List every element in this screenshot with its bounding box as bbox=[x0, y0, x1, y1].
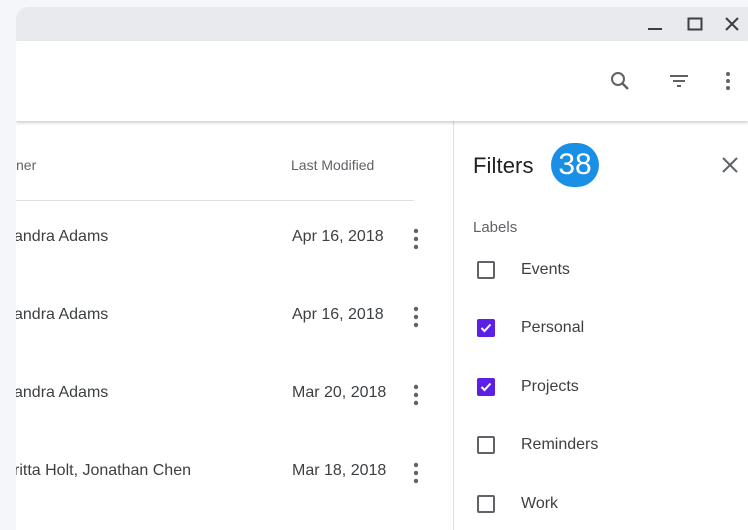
filter-icon bbox=[670, 75, 688, 87]
filters-panel: Filters 38 Labels Events Personal Projec… bbox=[454, 121, 748, 530]
filter-button[interactable] bbox=[659, 61, 699, 101]
owner-column-header[interactable]: ner bbox=[16, 157, 36, 173]
maximize-icon bbox=[687, 17, 703, 31]
date-cell: Apr 16, 2018 bbox=[292, 228, 384, 245]
filter-option-reminders[interactable]: Reminders bbox=[473, 426, 748, 466]
filter-option-personal[interactable]: Personal bbox=[473, 309, 748, 349]
search-icon bbox=[611, 72, 629, 90]
app-bar bbox=[16, 41, 748, 121]
personal-label: Personal bbox=[521, 319, 585, 336]
date-cell: Mar 20, 2018 bbox=[292, 384, 387, 401]
check-icon bbox=[480, 382, 492, 392]
row-more-button[interactable] bbox=[404, 375, 428, 415]
more-vert-icon bbox=[413, 384, 419, 406]
close-filters-button[interactable] bbox=[712, 147, 748, 183]
table-row[interactable]: ritta Holt, Jonathan Chen Mar 18, 2018 bbox=[16, 435, 453, 513]
last-modified-column-header[interactable]: Last Modified bbox=[291, 157, 374, 173]
close-icon bbox=[722, 157, 738, 173]
more-vert-icon bbox=[413, 228, 419, 250]
count-badge: 38 bbox=[551, 143, 599, 187]
app-window: ner Last Modified andra Adams Apr 16, 20… bbox=[16, 7, 748, 530]
events-checkbox[interactable] bbox=[477, 261, 495, 279]
more-vert-icon bbox=[413, 462, 419, 484]
row-more-button[interactable] bbox=[404, 453, 428, 493]
work-label: Work bbox=[521, 495, 559, 512]
projects-checkbox[interactable] bbox=[477, 378, 495, 396]
personal-checkbox[interactable] bbox=[477, 319, 495, 337]
row-more-button[interactable] bbox=[404, 219, 428, 259]
owner-cell: andra Adams bbox=[16, 306, 109, 323]
more-options-button[interactable] bbox=[708, 61, 748, 101]
content-area: ner Last Modified andra Adams Apr 16, 20… bbox=[16, 121, 748, 530]
search-button[interactable] bbox=[600, 61, 640, 101]
filter-option-work[interactable]: Work bbox=[473, 485, 748, 525]
more-vert-icon bbox=[413, 306, 419, 328]
table-row[interactable]: andra Adams Apr 16, 2018 bbox=[16, 279, 453, 357]
projects-label: Projects bbox=[521, 378, 579, 395]
owner-cell: andra Adams bbox=[16, 384, 109, 401]
table-row[interactable]: andra Adams Apr 16, 2018 bbox=[16, 201, 453, 279]
more-vert-icon bbox=[726, 72, 730, 90]
row-more-button[interactable] bbox=[404, 297, 428, 337]
work-checkbox[interactable] bbox=[477, 495, 495, 513]
filter-option-projects[interactable]: Projects bbox=[473, 368, 748, 408]
close-icon bbox=[725, 17, 739, 31]
date-cell: Apr 16, 2018 bbox=[292, 306, 384, 323]
labels-section-heading: Labels bbox=[473, 219, 518, 236]
table-row[interactable]: andra Adams Mar 20, 2018 bbox=[16, 357, 453, 435]
owner-cell: ritta Holt, Jonathan Chen bbox=[16, 462, 191, 479]
minimize-button[interactable] bbox=[638, 7, 672, 41]
file-list: ner Last Modified andra Adams Apr 16, 20… bbox=[16, 121, 453, 530]
close-window-button[interactable] bbox=[715, 7, 748, 41]
title-bar bbox=[16, 7, 748, 41]
filter-option-events[interactable]: Events bbox=[473, 251, 748, 291]
maximize-button[interactable] bbox=[678, 7, 712, 41]
date-cell: Mar 18, 2018 bbox=[292, 462, 387, 479]
events-label: Events bbox=[521, 261, 570, 278]
owner-cell: andra Adams bbox=[16, 228, 109, 245]
reminders-checkbox[interactable] bbox=[477, 436, 495, 454]
column-header: ner Last Modified bbox=[16, 121, 453, 200]
check-icon bbox=[480, 323, 492, 333]
reminders-label: Reminders bbox=[521, 436, 599, 453]
filters-title: Filters bbox=[473, 153, 534, 178]
minimize-icon bbox=[648, 28, 662, 30]
